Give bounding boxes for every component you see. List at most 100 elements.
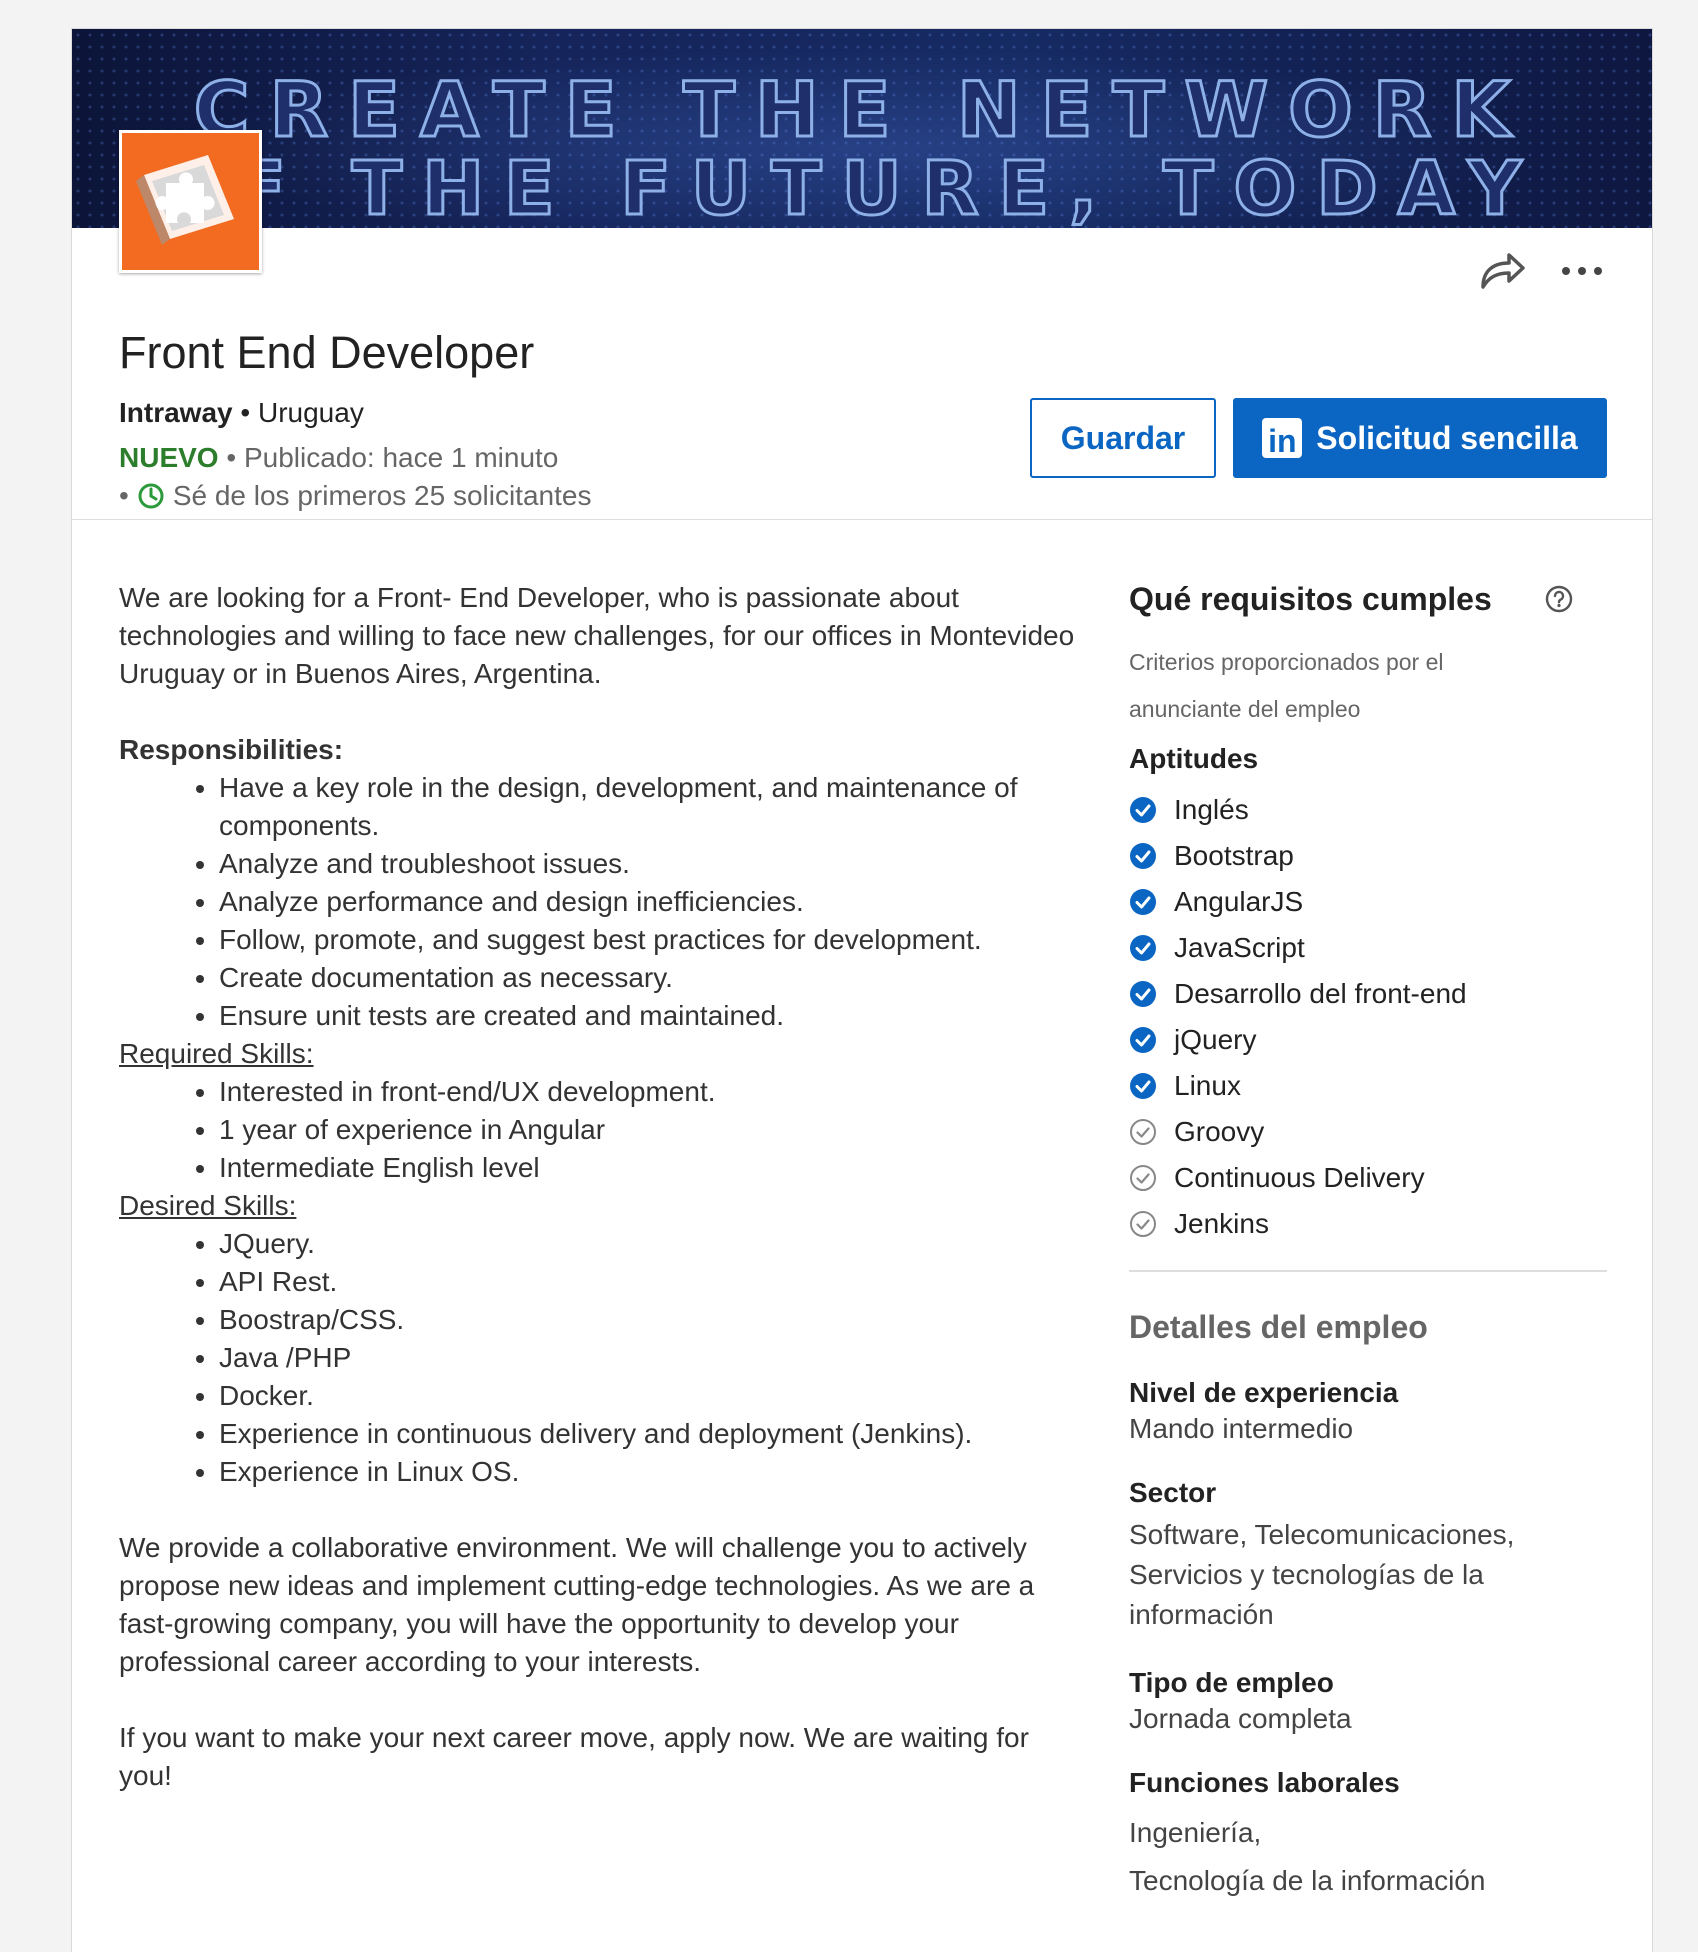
employment-type-label: Tipo de empleo <box>1129 1667 1334 1698</box>
check-filled-icon <box>1130 935 1156 961</box>
experience-level-block: Nivel de experiencia Mando intermedio <box>1129 1377 1398 1445</box>
list-item: Interested in front-end/UX development. <box>219 1073 1079 1111</box>
header-divider <box>72 519 1652 520</box>
list-item: Analyze and troubleshoot issues. <box>219 845 1079 883</box>
job-functions-label: Funciones laborales <box>1129 1767 1400 1798</box>
skill-item: Desarrollo del front-end <box>1129 971 1467 1017</box>
description-intro: We are looking for a Front- End Develope… <box>119 582 1075 689</box>
check-outline-icon <box>1130 1165 1156 1191</box>
skill-name: Groovy <box>1174 1116 1265 1147</box>
skill-name: Continuous Delivery <box>1174 1162 1425 1193</box>
skill-item: JavaScript <box>1129 925 1467 971</box>
requirements-subtitle: Criterios proporcionados por el anuncian… <box>1129 649 1444 722</box>
panel-divider <box>1129 1270 1607 1272</box>
experience-label: Nivel de experiencia <box>1129 1377 1399 1408</box>
list-item: Experience in Linux OS. <box>219 1453 1079 1491</box>
skills-list: Inglés Bootstrap AngularJS JavaScript De… <box>1129 787 1467 1247</box>
list-item: Follow, promote, and suggest best practi… <box>219 921 1079 959</box>
bullet: • <box>119 480 129 511</box>
job-location: Uruguay <box>257 397 364 428</box>
save-button[interactable]: Guardar <box>1030 398 1216 478</box>
list-item: Boostrap/CSS. <box>219 1301 1079 1339</box>
sector-label: Sector <box>1129 1477 1217 1508</box>
company-name[interactable]: Intraway <box>119 397 233 428</box>
list-item: Intermediate English level <box>219 1149 1079 1187</box>
job-functions-value-2: Tecnología de la información <box>1129 1865 1486 1896</box>
sector-block: Sector Software, Telecomunicaciones, Ser… <box>1129 1477 1549 1635</box>
share-icon[interactable] <box>1477 247 1527 293</box>
skill-item: AngularJS <box>1129 879 1467 925</box>
skill-item: Inglés <box>1129 787 1467 833</box>
new-badge: NUEVO <box>119 442 219 473</box>
posting-meta: NUEVO • Publicado: hace 1 minuto <box>119 442 558 474</box>
job-title: Front End Developer <box>119 327 535 378</box>
easy-apply-button[interactable]: in Solicitud sencilla <box>1233 398 1607 478</box>
skill-name: AngularJS <box>1174 886 1304 917</box>
skill-name: Jenkins <box>1174 1208 1269 1239</box>
puzzle-logo-icon <box>136 155 234 245</box>
skill-item: Linux <box>1129 1063 1467 1109</box>
banner-text-line1: CREATE THE NETWORK <box>192 64 1531 156</box>
skill-name: Linux <box>1174 1070 1241 1101</box>
job-details-heading: Detalles del empleo <box>1129 1309 1428 1345</box>
desired-skills-heading: Desired Skills: <box>119 1190 297 1221</box>
list-item: Ensure unit tests are created and mainta… <box>219 997 1079 1035</box>
responsibilities-heading: Responsibilities: <box>119 734 344 765</box>
list-item: JQuery. <box>219 1225 1079 1263</box>
experience-value: Mando intermedio <box>1129 1413 1354 1444</box>
separator: • <box>232 397 258 428</box>
applicants-meta: • Sé de los primeros 25 solicitantes <box>119 480 591 512</box>
list-item: Have a key role in the design, developme… <box>219 769 1079 845</box>
skill-item: jQuery <box>1129 1017 1467 1063</box>
list-item: Java /PHP <box>219 1339 1079 1377</box>
check-outline-icon <box>1130 1211 1156 1237</box>
job-card: CREATE THE NETWORK OF THE FUTURE, TODAY … <box>71 28 1653 1952</box>
skills-heading: Aptitudes <box>1129 743 1259 774</box>
list-item: Analyze performance and design inefficie… <box>219 883 1079 921</box>
skill-item: Bootstrap <box>1129 833 1467 879</box>
list-item: API Rest. <box>219 1263 1079 1301</box>
check-filled-icon <box>1130 843 1156 869</box>
check-filled-icon <box>1130 1027 1156 1053</box>
skill-name: Desarrollo del front-end <box>1174 978 1467 1009</box>
skill-name: Inglés <box>1174 794 1249 825</box>
company-banner: CREATE THE NETWORK OF THE FUTURE, TODAY <box>72 29 1652 228</box>
skill-item: Jenkins <box>1129 1201 1467 1247</box>
banner-text-line2: OF THE FUTURE, TODAY <box>151 145 1542 229</box>
skill-name: JavaScript <box>1174 932 1305 963</box>
check-filled-icon <box>1130 797 1156 823</box>
description-call-to-action: If you want to make your next career mov… <box>119 1722 1029 1791</box>
required-skills-list: Interested in front-end/UX development. … <box>119 1073 1079 1187</box>
responsibilities-list: Have a key role in the design, developme… <box>119 769 1079 1035</box>
employment-type-value: Jornada completa <box>1129 1703 1352 1734</box>
clock-icon <box>138 483 164 509</box>
linkedin-icon: in <box>1262 418 1303 458</box>
job-description: We are looking for a Front- End Develope… <box>119 579 1079 1795</box>
employment-type-block: Tipo de empleo Jornada completa <box>1129 1667 1352 1735</box>
check-filled-icon <box>1130 1073 1156 1099</box>
required-skills-heading: Required Skills: <box>119 1038 314 1069</box>
applicants-text: Sé de los primeros 25 solicitantes <box>172 480 592 511</box>
job-functions-value-1: Ingeniería, <box>1129 1817 1262 1848</box>
skill-name: jQuery <box>1174 1024 1257 1055</box>
sector-value: Software, Telecomunicaciones, Servicios … <box>1129 1519 1515 1630</box>
check-filled-icon <box>1130 889 1156 915</box>
list-item: 1 year of experience in Angular <box>219 1111 1079 1149</box>
check-outline-icon <box>1130 1119 1156 1145</box>
more-icon[interactable] <box>1560 251 1604 291</box>
job-functions-block: Funciones laborales Ingeniería, Tecnolog… <box>1129 1767 1485 1905</box>
skill-name: Bootstrap <box>1174 840 1294 871</box>
company-location: Intraway • Uruguay <box>119 397 364 429</box>
desired-skills-list: JQuery. API Rest. Boostrap/CSS. Java /PH… <box>119 1225 1079 1491</box>
easy-apply-label: Solicitud sencilla <box>1316 419 1578 456</box>
check-filled-icon <box>1130 981 1156 1007</box>
list-item: Docker. <box>219 1377 1079 1415</box>
help-icon[interactable] <box>1544 584 1574 614</box>
list-item: Experience in continuous delivery and de… <box>219 1415 1079 1453</box>
company-logo[interactable] <box>119 130 262 273</box>
published-time: • Publicado: hace 1 minuto <box>218 442 559 473</box>
description-closing: We provide a collaborative environment. … <box>119 1532 1035 1677</box>
requirements-heading: Qué requisitos cumples <box>1129 581 1492 617</box>
list-item: Create documentation as necessary. <box>219 959 1079 997</box>
skill-item: Continuous Delivery <box>1129 1155 1467 1201</box>
